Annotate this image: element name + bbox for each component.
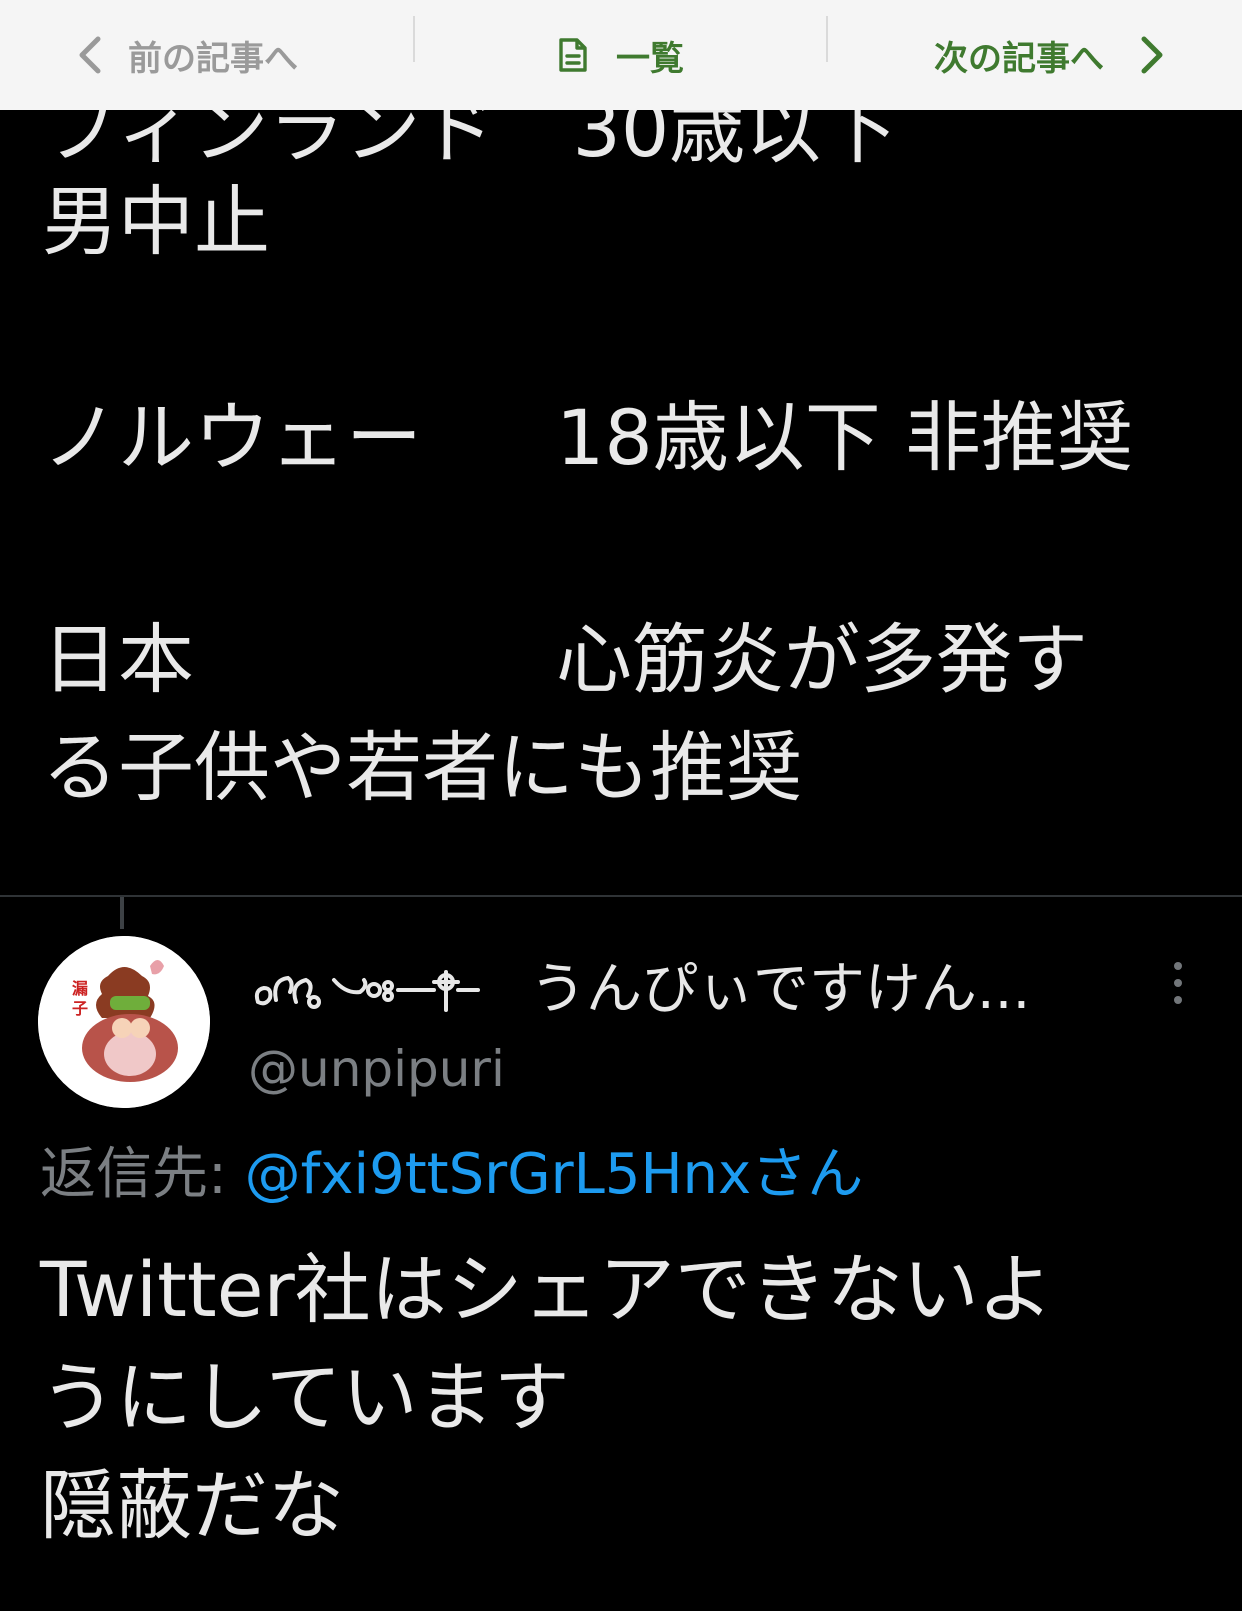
next-article-label: 次の記事へ	[934, 38, 1104, 79]
norway-policy: 18歳以下 非推奨	[556, 393, 1133, 482]
nav-divider	[413, 16, 415, 62]
user-handle[interactable]: @unpipuri	[248, 1034, 505, 1104]
reply-text-line: 隠蔽だな	[40, 1461, 344, 1550]
tweet-line: 男中止	[42, 177, 270, 266]
avatar-image: 漏 子	[38, 936, 210, 1108]
reply-to-line: 返信先: @fxi9ttSrGrL5Hnxさん	[40, 1140, 863, 1210]
japan-policy-line-2: る子供や若者にも推奨	[42, 723, 802, 812]
display-name[interactable]: うんぴぃですけん...	[250, 955, 1030, 1025]
svg-text:子: 子	[72, 999, 88, 1018]
more-options-icon[interactable]	[1170, 962, 1186, 1006]
decorative-name-glyphs-icon	[254, 970, 480, 1012]
reply-text-line: うにしています	[40, 1353, 570, 1442]
chevron-right-icon	[1141, 36, 1163, 74]
japan-country: 日本	[42, 615, 194, 704]
avatar[interactable]: 漏 子	[38, 936, 210, 1108]
reply-text-line: Twitter社はシェアできないよ	[40, 1245, 1054, 1334]
article-list-label: 一覧	[616, 38, 684, 79]
svg-text:漏: 漏	[72, 979, 88, 998]
display-name-text: うんぴぃですけん...	[530, 957, 1031, 1022]
document-icon	[559, 38, 587, 72]
prev-article-link[interactable]: 前の記事へ	[0, 0, 414, 110]
thread-connector-line	[120, 897, 124, 929]
japan-policy-line-1: 心筋炎が多発す	[556, 615, 1088, 704]
tweet-divider	[0, 895, 1242, 897]
reply-to-label: 返信先:	[40, 1142, 245, 1207]
chevron-left-icon	[79, 36, 101, 74]
article-list-link[interactable]: 一覧	[414, 0, 828, 110]
next-article-link[interactable]: 次の記事へ	[828, 0, 1242, 110]
reply-body: Twitter社はシェアできないよ うにしています 隠蔽だな	[40, 1236, 1053, 1560]
nav-divider	[826, 16, 828, 62]
article-nav-bar: 前の記事へ 一覧 次の記事へ	[0, 0, 1242, 110]
prev-article-label: 前の記事へ	[128, 38, 298, 79]
reply-to-mention[interactable]: @fxi9ttSrGrL5Hnxさん	[245, 1142, 864, 1207]
norway-country: ノルウェー	[42, 393, 422, 482]
